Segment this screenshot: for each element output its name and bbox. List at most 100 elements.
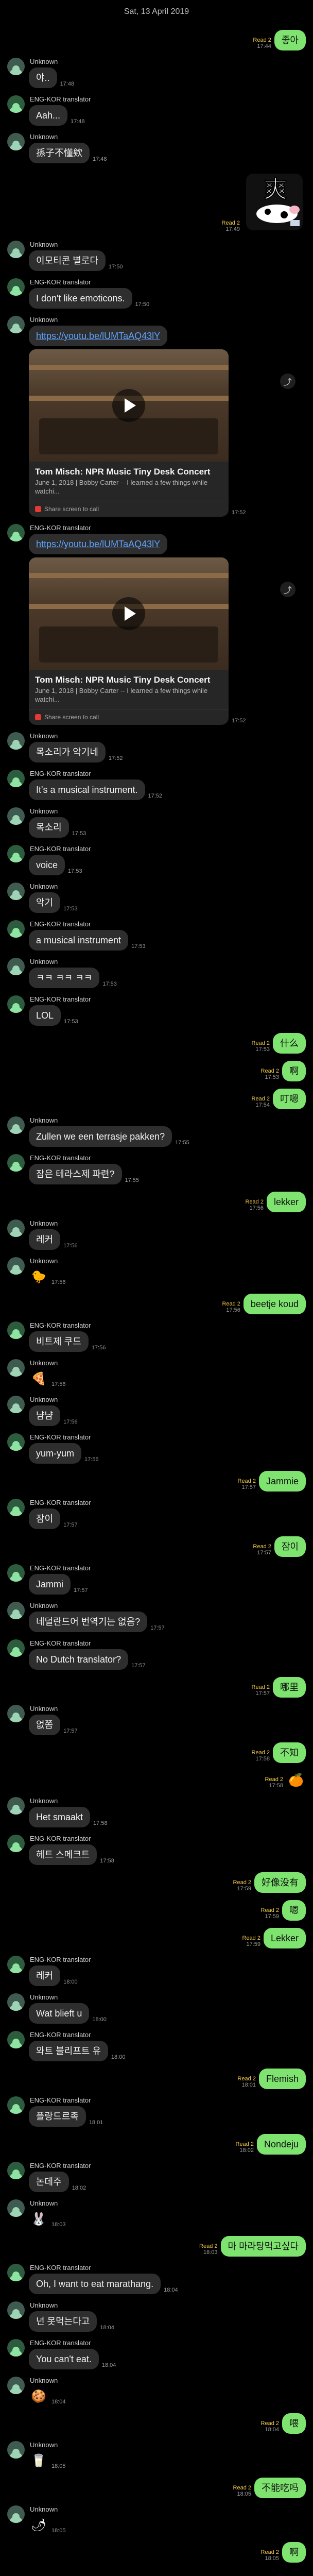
message-bubble[interactable]: Nondeju	[256, 2134, 306, 2155]
message-bubble[interactable]: 啊	[282, 1061, 306, 1081]
message-bubble[interactable]: It's a musical instrument.	[29, 779, 145, 800]
avatar[interactable]	[7, 2377, 25, 2394]
avatar[interactable]	[7, 920, 25, 938]
avatar[interactable]	[7, 1639, 25, 1657]
avatar[interactable]	[7, 316, 25, 333]
share-icon[interactable]: ⤴	[280, 582, 295, 597]
message-bubble[interactable]: LOL	[29, 1005, 61, 1026]
message-bubble[interactable]: 嗯	[282, 1900, 306, 1921]
avatar[interactable]	[7, 58, 25, 75]
message-bubble[interactable]: 잠이	[29, 1509, 61, 1529]
video-thumbnail[interactable]	[29, 349, 229, 462]
avatar[interactable]	[7, 732, 25, 750]
link-bubble[interactable]: https://youtu.be/lUMTaAQ43lY	[29, 534, 168, 554]
avatar[interactable]	[7, 2339, 25, 2357]
avatar[interactable]	[7, 770, 25, 787]
avatar[interactable]	[7, 1602, 25, 1619]
share-icon[interactable]: ⤴	[280, 374, 295, 389]
sticker[interactable]: 🐤	[29, 1267, 48, 1286]
message-bubble[interactable]: voice	[29, 855, 65, 875]
avatar[interactable]	[7, 241, 25, 258]
message-bubble[interactable]: ㅋㅋ ㅋㅋ ㅋㅋ	[29, 968, 100, 988]
card-footer[interactable]: Share screen to call	[29, 709, 229, 725]
message-bubble[interactable]: lekker	[266, 1192, 306, 1212]
avatar[interactable]	[7, 524, 25, 541]
message-bubble[interactable]: 마 마라탕먹고싶다	[220, 2236, 306, 2257]
avatar[interactable]	[7, 807, 25, 825]
avatar[interactable]	[7, 1219, 25, 1237]
avatar[interactable]	[7, 1154, 25, 1172]
message-bubble[interactable]: 잠은 테라스제 파련?	[29, 1164, 122, 1184]
message-bubble[interactable]: Zullen we een terrasje pakken?	[29, 1126, 172, 1147]
avatar[interactable]	[7, 1433, 25, 1451]
avatar[interactable]	[7, 2162, 25, 2179]
avatar[interactable]	[7, 1705, 25, 1722]
message-bubble[interactable]: 플랑드르족	[29, 2106, 86, 2127]
message-bubble[interactable]: 넌 못먹는다고	[29, 2311, 97, 2332]
message-bubble[interactable]: 목소리	[29, 817, 69, 838]
link-text[interactable]: https://youtu.be/lUMTaAQ43lY	[36, 539, 160, 549]
avatar[interactable]	[7, 1993, 25, 2011]
message-bubble[interactable]: 啊	[282, 2542, 306, 2563]
message-bubble[interactable]: 비트제 쿠드	[29, 1331, 89, 1352]
avatar[interactable]	[7, 2505, 25, 2523]
message-bubble[interactable]: 목소리가 악기네	[29, 742, 106, 762]
message-bubble[interactable]: No Dutch translator?	[29, 1649, 129, 1670]
avatar[interactable]	[7, 2264, 25, 2281]
message-bubble[interactable]: Aah...	[29, 105, 68, 126]
avatar[interactable]	[7, 1956, 25, 1973]
message-bubble[interactable]: 哪里	[273, 1677, 306, 1698]
avatar[interactable]	[7, 2031, 25, 2048]
avatar[interactable]	[7, 95, 25, 113]
play-icon[interactable]	[112, 597, 145, 630]
message-bubble[interactable]: yum-yum	[29, 1443, 82, 1464]
avatar[interactable]	[7, 2441, 25, 2459]
avatar[interactable]	[7, 883, 25, 900]
message-bubble[interactable]: a musical instrument	[29, 930, 129, 951]
avatar[interactable]	[7, 1257, 25, 1275]
message-bubble[interactable]: 不知	[273, 1742, 306, 1763]
avatar[interactable]	[7, 2301, 25, 2319]
message-bubble[interactable]: Oh, I want to eat marathang.	[29, 2274, 161, 2294]
message-bubble[interactable]: 악기	[29, 892, 61, 913]
message-bubble[interactable]: 什么	[273, 1033, 306, 1054]
avatar[interactable]	[7, 278, 25, 296]
message-bubble[interactable]: Wat blieft u	[29, 2003, 90, 2024]
message-bubble[interactable]: Lekker	[263, 1928, 306, 1948]
avatar[interactable]	[7, 1396, 25, 1413]
link-text[interactable]: https://youtu.be/lUMTaAQ43lY	[36, 331, 160, 341]
sticker[interactable]: 🌶	[29, 2515, 48, 2535]
link-preview-card[interactable]: Tom Misch: NPR Music Tiny Desk Concert Ju…	[29, 557, 229, 725]
avatar[interactable]	[7, 1564, 25, 1582]
avatar[interactable]	[7, 1116, 25, 1134]
message-bubble[interactable]: 叮嗯	[273, 1089, 306, 1109]
message-bubble[interactable]: 레커	[29, 1229, 61, 1250]
message-bubble[interactable]: 없쫌	[29, 1715, 61, 1735]
play-icon[interactable]	[112, 389, 145, 422]
card-footer[interactable]: Share screen to call	[29, 501, 229, 517]
avatar[interactable]	[7, 1321, 25, 1339]
video-thumbnail[interactable]	[29, 557, 229, 670]
message-bubble[interactable]: 잠이	[274, 1536, 306, 1557]
message-bubble[interactable]: Jammi	[29, 1574, 71, 1595]
message-bubble[interactable]: You can't eat.	[29, 2349, 99, 2369]
sticker[interactable]: 🍕	[29, 1369, 48, 1388]
avatar[interactable]	[7, 2199, 25, 2217]
message-bubble[interactable]: 孫子不懂欸	[29, 143, 90, 163]
message-bubble[interactable]: 야..	[29, 67, 57, 88]
avatar[interactable]	[7, 1359, 25, 1377]
link-preview-card[interactable]: Tom Misch: NPR Music Tiny Desk Concert Ju…	[29, 349, 229, 517]
message-bubble[interactable]: Flemish	[258, 2069, 306, 2089]
avatar[interactable]	[7, 2096, 25, 2114]
message-bubble[interactable]: Het smaakt	[29, 1807, 91, 1827]
sticker[interactable]: 🍪	[29, 2386, 48, 2406]
avatar[interactable]	[7, 995, 25, 1013]
avatar[interactable]	[7, 958, 25, 975]
message-bubble[interactable]: 논데주	[29, 2172, 69, 2192]
avatar[interactable]	[7, 1835, 25, 1852]
message-bubble[interactable]: 네덜란드어 번역기는 없음?	[29, 1612, 148, 1632]
message-bubble[interactable]: 이모티콘 별로다	[29, 250, 106, 271]
link-bubble[interactable]: https://youtu.be/lUMTaAQ43lY	[29, 326, 168, 346]
message-bubble[interactable]: 헤트 스메크트	[29, 1844, 97, 1865]
message-bubble[interactable]: 레커	[29, 1965, 61, 1986]
